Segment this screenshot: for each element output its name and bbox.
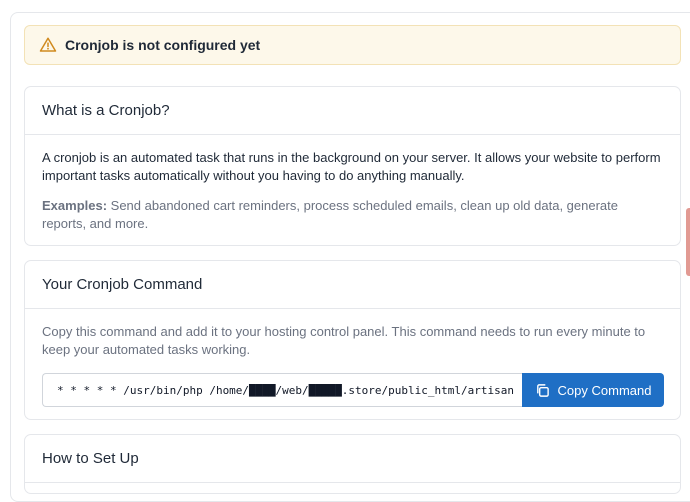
card-body: A cronjob is an automated task that runs…	[25, 135, 680, 233]
command-row: Copy Command	[42, 373, 664, 407]
card-body: Copy this command and add it to your hos…	[25, 309, 680, 407]
examples-label: Examples:	[42, 198, 108, 213]
card-title: Your Cronjob Command	[25, 261, 680, 309]
copy-button-label: Copy Command	[557, 382, 652, 398]
how-to-setup-card: How to Set Up	[24, 434, 681, 494]
cron-command-input[interactable]	[42, 373, 522, 407]
cronjob-command-card: Your Cronjob Command Copy this command a…	[24, 260, 681, 420]
what-is-cronjob-card: What is a Cronjob? A cronjob is an autom…	[24, 86, 681, 246]
examples-text: Send abandoned cart reminders, process s…	[42, 198, 618, 231]
copy-icon	[535, 383, 550, 398]
copy-command-button[interactable]: Copy Command	[522, 373, 664, 407]
not-configured-alert: Cronjob is not configured yet	[24, 25, 681, 65]
card-title: What is a Cronjob?	[25, 87, 680, 135]
card-title: How to Set Up	[25, 435, 680, 483]
command-description: Copy this command and add it to your hos…	[42, 324, 646, 357]
side-edge-element	[686, 208, 690, 276]
alert-text: Cronjob is not configured yet	[65, 37, 261, 53]
cronjob-description: A cronjob is an automated task that runs…	[42, 150, 661, 183]
examples-paragraph: Examples: Send abandoned cart reminders,…	[42, 197, 663, 233]
warning-triangle-icon	[39, 36, 57, 54]
